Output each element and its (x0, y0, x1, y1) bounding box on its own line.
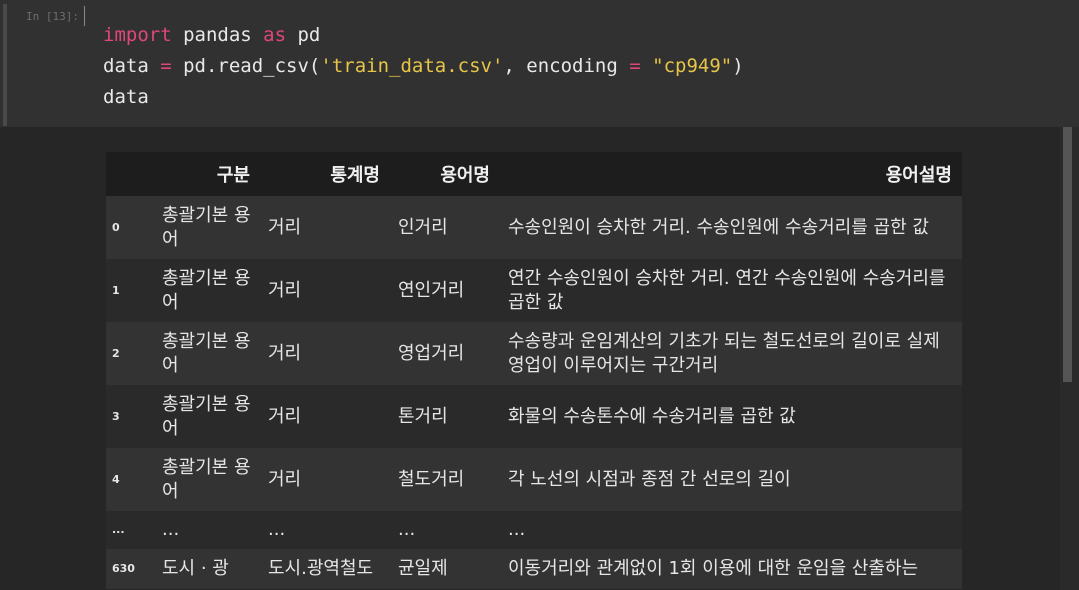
ellipsis-row: ... ... ... ... ... (106, 511, 962, 549)
table-cell: 수송량과 운임계산의 기초가 되는 철도선로의 길이로 실제영업이 이루어지는 … (508, 330, 940, 376)
table-cell: 연간 수송인원이 승차한 거리. 연간 수송인원에 수송거리를 곱한 값 (508, 267, 946, 313)
table-row: 1 총괄기본 용어 거리 연인거리 연간 수송인원이 승차한 거리. 연간 수송… (106, 259, 962, 322)
table-cell: 톤거리 (398, 405, 448, 427)
table-row: 3 총괄기본 용어 거리 톤거리 화물의 수송톤수에 수송거리를 곱한 값 (106, 385, 962, 448)
table-cell: 총괄기본 용어 (162, 456, 251, 502)
scrollbar-thumb[interactable] (1063, 127, 1072, 382)
table-cell: 이동거리와 관계없이 1회 이용에 대한 운임을 산출하는 (508, 558, 919, 579)
table-cell: 거리 (268, 279, 302, 301)
row-index: 1 (112, 283, 120, 297)
table-cell: ... (268, 519, 286, 540)
table-cell: 연인거리 (398, 279, 465, 301)
cell-selection-marker (3, 4, 7, 126)
column-header: 구분 (154, 152, 260, 196)
code-cell-input[interactable]: In [13]: import pandas as pd data = pd.re… (0, 0, 1079, 127)
table-cell: 철도거리 (398, 468, 465, 490)
column-header: 용어설명 (500, 152, 962, 196)
dataframe-table: 구분 통계명 용어명 용어설명 0 총괄기본 용어 거리 인거리 수송인원이 승… (106, 152, 962, 589)
table-cell: 균일제 (398, 558, 448, 579)
table-cell: ... (162, 519, 180, 540)
text-cursor (84, 6, 85, 26)
code-editor[interactable]: import pandas as pd data = pd.read_csv('t… (103, 20, 744, 113)
input-prompt: In [13]: (26, 10, 79, 23)
table-cell: 총괄기본 용어 (162, 267, 251, 313)
table-cell: 화물의 수송톤수에 수송거리를 곱한 값 (508, 405, 796, 427)
column-header: 통계명 (260, 152, 390, 196)
table-cell: 총괄기본 용어 (162, 330, 251, 376)
table-cell: 총괄기본 용어 (162, 204, 251, 250)
index-header (106, 152, 154, 196)
table-cell: 거리 (268, 405, 302, 427)
table-row: 2 총괄기본 용어 거리 영업거리 수송량과 운임계산의 기초가 되는 철도선로… (106, 322, 962, 385)
table-cell: 거리 (268, 342, 302, 364)
table-cell: 각 노선의 시점과 종점 간 선로의 길이 (508, 468, 791, 490)
table-cell: 총괄기본 용어 (162, 393, 251, 439)
table-cell: ... (398, 519, 416, 540)
table-row: 0 총괄기본 용어 거리 인거리 수송인원이 승차한 거리. 수송인원에 수송거… (106, 196, 962, 259)
table-row: 630 도시 · 광 도시.광역철도 균일제 이동거리와 관계없이 1회 이용에… (106, 549, 962, 589)
table-header-row: 구분 통계명 용어명 용어설명 (106, 152, 962, 196)
row-index: 3 (112, 409, 120, 423)
table-cell: 인거리 (398, 216, 448, 238)
row-index: ... (112, 523, 125, 536)
column-header: 용어명 (390, 152, 500, 196)
code-line-3: data (103, 86, 149, 108)
row-index: 4 (112, 472, 120, 486)
table-cell: 수송인원이 승차한 거리. 수송인원에 수송거리를 곱한 값 (508, 216, 929, 238)
row-index: 630 (112, 562, 135, 575)
code-line-2: data = pd.read_csv('train_data.csv', enc… (103, 55, 744, 77)
code-line-1: import pandas as pd (103, 24, 321, 46)
table-cell: 거리 (268, 216, 302, 238)
table-cell: 영업거리 (398, 342, 465, 364)
table-cell: ... (508, 519, 526, 540)
table-cell: 거리 (268, 468, 302, 490)
table-cell: 도시.광역철도 (268, 558, 374, 579)
row-index: 0 (112, 220, 120, 234)
table-cell: 도시 · 광 (162, 558, 229, 579)
row-index: 2 (112, 346, 120, 360)
table-row: 4 총괄기본 용어 거리 철도거리 각 노선의 시점과 종점 간 선로의 길이 (106, 448, 962, 511)
